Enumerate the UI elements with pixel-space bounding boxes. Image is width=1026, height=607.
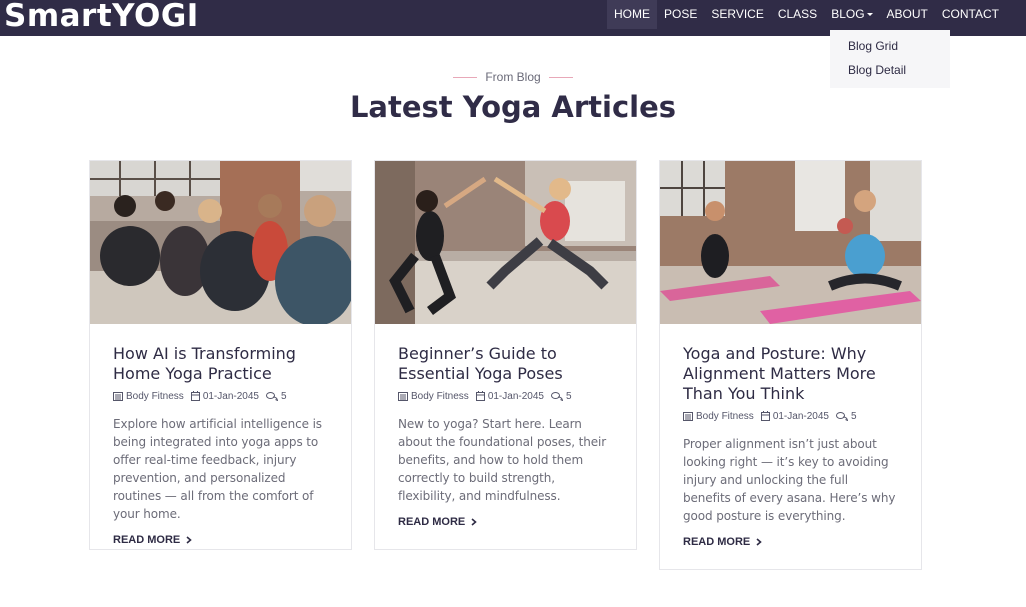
blog-card-body: Beginner’s Guide to Essential Yoga Poses… xyxy=(375,324,636,530)
list-icon xyxy=(683,411,693,421)
blog-card-excerpt: New to yoga? Start here. Learn about the… xyxy=(398,417,607,503)
meta-category: Body Fitness xyxy=(683,411,754,422)
list-icon xyxy=(398,391,408,401)
nav-contact[interactable]: CONTACT xyxy=(935,0,1006,29)
blog-card-excerpt: Explore how artificial intelligence is b… xyxy=(113,417,322,521)
list-icon xyxy=(113,391,123,401)
meta-category: Body Fitness xyxy=(398,391,469,402)
blog-card-body: How AI is Transforming Home Yoga Practic… xyxy=(90,324,351,548)
nav-class[interactable]: CLASS xyxy=(771,0,824,29)
comments-icon xyxy=(265,391,278,401)
yoga-class-photo xyxy=(90,161,351,324)
blog-card-meta: Body Fitness 01-Jan-2045 5 xyxy=(113,389,328,403)
read-more-link[interactable]: READ MORE xyxy=(398,514,477,530)
nav-service[interactable]: SERVICE xyxy=(704,0,770,29)
meta-comments: 5 xyxy=(265,390,287,402)
meta-category-text: Body Fitness xyxy=(411,390,469,402)
meta-date: 01-Jan-2045 xyxy=(475,390,544,402)
calendar-icon xyxy=(475,391,485,401)
blog-card-title[interactable]: Yoga and Posture: Why Alignment Matters … xyxy=(683,344,898,404)
meta-comments: 5 xyxy=(550,390,572,402)
meta-date: 01-Jan-2045 xyxy=(190,390,259,402)
meta-date: 01-Jan-2045 xyxy=(760,410,829,422)
meta-category-text: Body Fitness xyxy=(696,410,754,422)
blog-card: Yoga and Posture: Why Alignment Matters … xyxy=(659,160,922,570)
read-more-label: READ MORE xyxy=(398,516,466,528)
meta-comments-count: 5 xyxy=(280,390,287,402)
blog-card-title[interactable]: Beginner’s Guide to Essential Yoga Poses xyxy=(398,344,613,384)
eyebrow-text: From Blog xyxy=(485,70,541,84)
blog-card-title[interactable]: How AI is Transforming Home Yoga Practic… xyxy=(113,344,328,384)
meta-date-text: 01-Jan-2045 xyxy=(487,390,544,402)
eyebrow-line-right xyxy=(548,77,573,79)
section-title: Latest Yoga Articles xyxy=(349,90,677,124)
dropdown-item-blog-grid[interactable]: Blog Grid xyxy=(830,38,950,62)
chevron-right-icon xyxy=(471,518,477,526)
nav-about[interactable]: ABOUT xyxy=(880,0,935,29)
blog-card-meta: Body Fitness 01-Jan-2045 5 xyxy=(683,409,898,423)
blog-card-excerpt: Proper alignment isn’t just about lookin… xyxy=(683,437,896,523)
meta-category: Body Fitness xyxy=(113,391,184,402)
nav-blog-label: BLOG xyxy=(831,7,865,21)
eyebrow-line-left xyxy=(453,77,478,79)
blog-card-meta: Body Fitness 01-Jan-2045 5 xyxy=(398,389,613,403)
nav-pose[interactable]: POSE xyxy=(657,0,704,29)
blog-card-image[interactable] xyxy=(660,161,921,324)
blog-card-body: Yoga and Posture: Why Alignment Matters … xyxy=(660,324,921,550)
chevron-right-icon xyxy=(756,538,762,546)
read-more-label: READ MORE xyxy=(113,534,181,546)
caret-down-icon xyxy=(866,13,873,17)
blog-card: Beginner’s Guide to Essential Yoga Poses… xyxy=(374,160,637,550)
meta-comments: 5 xyxy=(835,410,857,422)
comments-icon xyxy=(835,411,848,421)
section-eyebrow: From Blog xyxy=(0,70,1026,84)
calendar-icon xyxy=(190,391,200,401)
yoga-high-five-photo xyxy=(375,161,636,324)
nav-home[interactable]: HOME xyxy=(607,0,657,29)
read-more-link[interactable]: READ MORE xyxy=(113,532,192,548)
main-nav: HOME POSE SERVICE CLASS BLOG ABOUT CONTA… xyxy=(607,0,1006,30)
comments-icon xyxy=(550,391,563,401)
yoga-meditation-photo xyxy=(660,161,921,324)
chevron-right-icon xyxy=(186,536,192,544)
meta-comments-count: 5 xyxy=(850,410,857,422)
blog-card: How AI is Transforming Home Yoga Practic… xyxy=(89,160,352,550)
blog-card-image[interactable] xyxy=(90,161,351,324)
read-more-link[interactable]: READ MORE xyxy=(683,534,762,550)
meta-date-text: 01-Jan-2045 xyxy=(772,410,829,422)
meta-date-text: 01-Jan-2045 xyxy=(202,390,259,402)
brand-logo[interactable]: SmartYOGI xyxy=(4,0,199,32)
nav-blog[interactable]: BLOG xyxy=(824,0,879,29)
meta-category-text: Body Fitness xyxy=(126,390,184,402)
meta-comments-count: 5 xyxy=(565,390,572,402)
read-more-label: READ MORE xyxy=(683,536,751,548)
blog-card-image[interactable] xyxy=(375,161,636,324)
calendar-icon xyxy=(760,411,770,421)
